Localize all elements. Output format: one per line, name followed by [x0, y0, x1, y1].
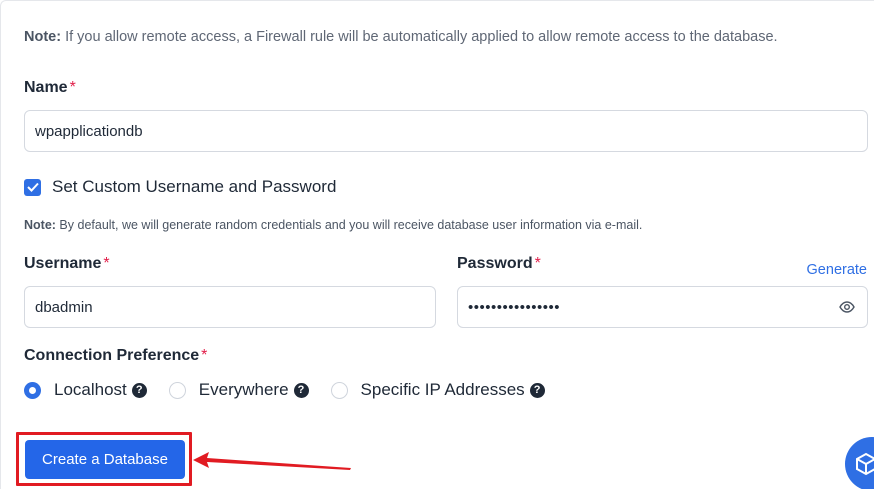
username-input[interactable]: dbadmin: [24, 286, 436, 328]
create-database-form: Note: If you allow remote access, a Fire…: [0, 0, 874, 489]
name-label: Name *: [24, 79, 76, 97]
radio-option-everywhere[interactable]: Everywhere ?: [168, 380, 309, 400]
connection-preference-label: Connection Preference *: [24, 347, 207, 365]
username-label-text: Username: [24, 255, 102, 272]
connection-preference-options: Localhost ? Everywhere ? Specific IP Add…: [24, 380, 567, 400]
help-icon[interactable]: ?: [293, 382, 309, 398]
note-prefix: Note:: [24, 29, 62, 45]
note-prefix: Note:: [24, 218, 56, 232]
radio-localhost[interactable]: [24, 381, 41, 399]
note-text: If you allow remote access, a Firewall r…: [61, 29, 778, 45]
name-input-value: wpapplicationdb: [35, 122, 143, 140]
name-input[interactable]: wpapplicationdb: [24, 110, 868, 152]
help-icon[interactable]: ?: [529, 382, 545, 398]
custom-credentials-label[interactable]: Set Custom Username and Password: [52, 177, 336, 197]
password-masked-value: ••••••••••••••••: [468, 298, 561, 316]
remote-access-note: Note: If you allow remote access, a Fire…: [24, 27, 824, 48]
password-label: Password *: [457, 255, 541, 273]
help-icon[interactable]: ?: [131, 382, 147, 398]
checkmark-icon: [26, 182, 39, 192]
name-label-text: Name: [24, 79, 68, 96]
radio-option-localhost[interactable]: Localhost ?: [24, 380, 147, 400]
radio-label-everywhere[interactable]: Everywhere: [199, 380, 289, 400]
password-label-text: Password: [457, 255, 533, 272]
eye-icon[interactable]: [839, 299, 855, 319]
generate-password-link[interactable]: Generate: [807, 262, 867, 278]
create-database-button[interactable]: Create a Database: [25, 440, 185, 479]
custom-credentials-checkbox-row[interactable]: Set Custom Username and Password: [24, 177, 336, 197]
annotation-arrow-icon: [193, 452, 351, 470]
password-input[interactable]: ••••••••••••••••: [457, 286, 868, 328]
credentials-note: Note: By default, we will generate rando…: [24, 218, 642, 232]
username-label: Username *: [24, 255, 110, 273]
required-asterisk: *: [103, 255, 110, 272]
required-asterisk: *: [69, 79, 76, 96]
radio-label-specific-ip[interactable]: Specific IP Addresses: [361, 380, 525, 400]
custom-credentials-checkbox[interactable]: [24, 178, 41, 196]
note-text: By default, we will generate random cred…: [55, 218, 643, 232]
chat-widget-icon[interactable]: [845, 437, 874, 489]
radio-everywhere[interactable]: [168, 381, 186, 399]
radio-option-specific-ip[interactable]: Specific IP Addresses ?: [330, 380, 545, 400]
required-asterisk: *: [534, 255, 541, 272]
required-asterisk: *: [201, 347, 208, 364]
username-input-value: dbadmin: [35, 298, 93, 316]
radio-label-localhost[interactable]: Localhost: [54, 380, 127, 400]
connection-preference-label-text: Connection Preference: [24, 347, 200, 364]
radio-specific-ip[interactable]: [330, 381, 348, 399]
